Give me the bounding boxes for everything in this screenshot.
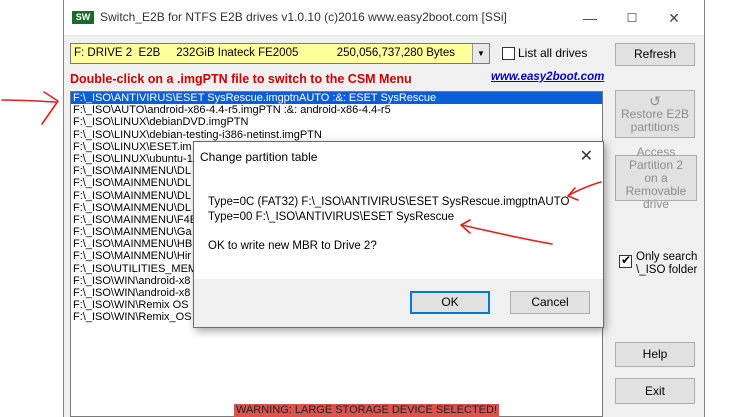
annotation-arrow-right-2 (567, 187, 579, 201)
annotation-arrow-left-1 (1, 99, 57, 103)
annotation-arrow-left-2 (41, 91, 59, 125)
annotation-layer (1, 91, 602, 245)
annotation-arrow-bottom-1 (461, 224, 553, 245)
